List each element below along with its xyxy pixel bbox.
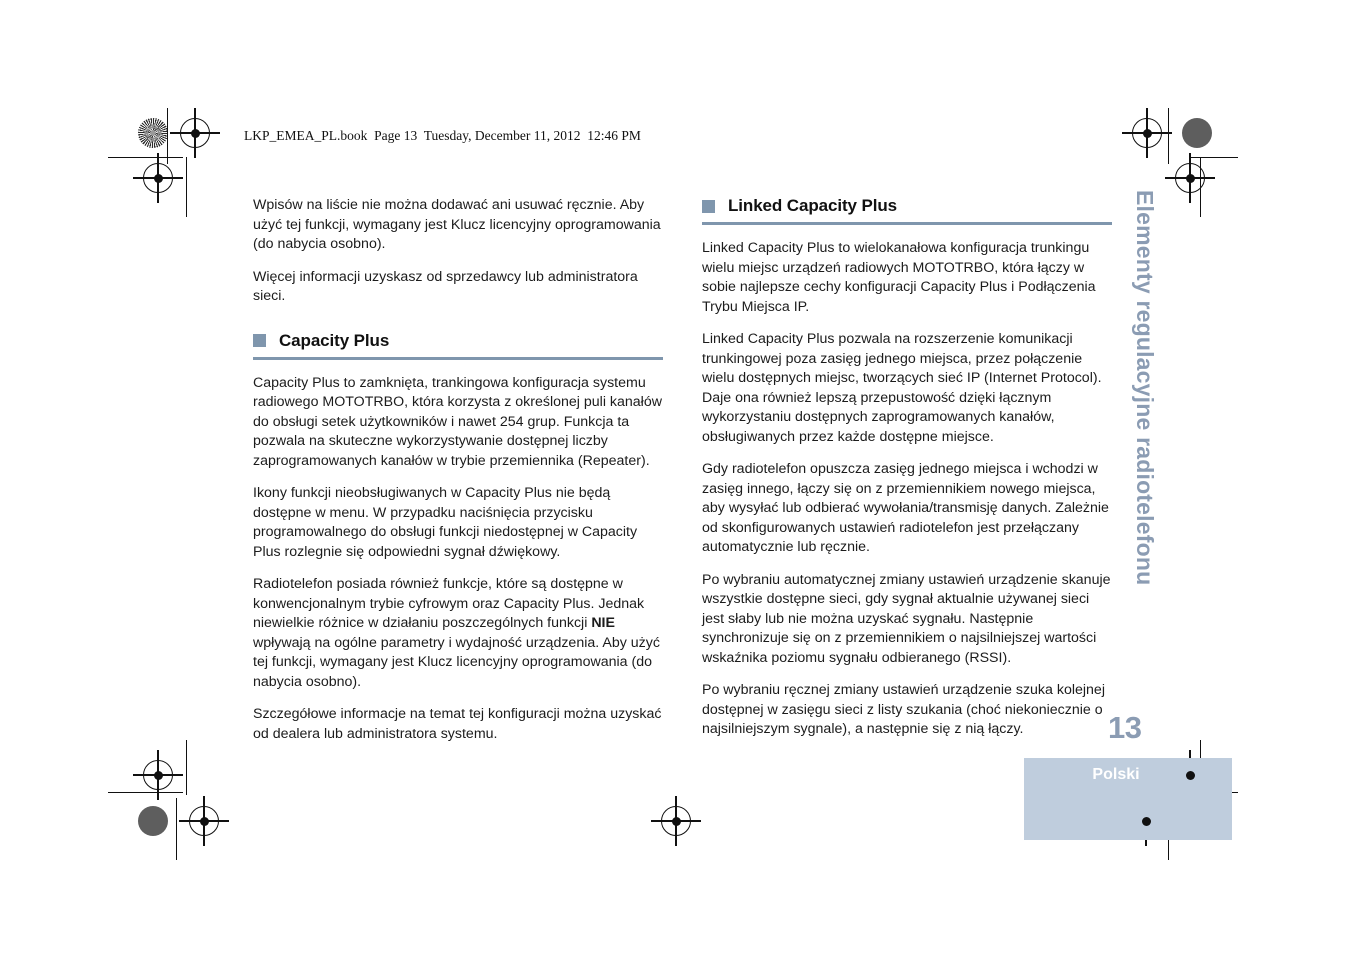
crop-line-left-lower-vertical: [186, 740, 188, 795]
language-label: Polski: [1092, 766, 1140, 783]
registration-mark-bottom-left: [179, 796, 229, 846]
left-text-column: Wpisów na liście nie można dodawać ani u…: [253, 196, 663, 744]
section-heading-linked-capacity-plus: Linked Capacity Plus: [702, 196, 1112, 216]
paragraph-capacity-plus-1: Capacity Plus to zamknięta, trankingowa …: [253, 374, 662, 469]
registration-mark-left-upper: [133, 153, 183, 203]
paragraph-linked-3: Gdy radiotelefon opuszcza zasięg jednego…: [702, 461, 1109, 556]
solid-density-patch-top-right: [1182, 118, 1212, 148]
book-file-header: LKP_EMEA_PL.book Page 13 Tuesday, Decemb…: [244, 128, 641, 143]
registration-mark-left-lower: [133, 750, 183, 800]
crop-line-top-left-vertical: [167, 108, 169, 164]
crop-line-right-upper-vertical: [1200, 157, 1202, 217]
bullet-square-icon: [253, 334, 266, 347]
crop-line-left-upper-vertical: [186, 157, 188, 217]
crop-line-right-upper: [1190, 157, 1238, 159]
crop-line-top-right-vertical: [1168, 108, 1170, 164]
crop-line-left-upper: [108, 157, 183, 159]
vertical-chapter-title-label: Elementy regulacyjne radiotelefonu: [1132, 190, 1158, 586]
bullet-square-icon: [702, 199, 715, 213]
heading-underline-rule: [253, 356, 663, 360]
heading-underline-rule: [702, 222, 1112, 226]
page-number: 13: [1108, 710, 1142, 745]
registration-mark-top-left: [170, 108, 220, 158]
right-text-column: Linked Capacity Plus Linked Capacity Plu…: [702, 196, 1112, 740]
halftone-target-top-left: [138, 118, 168, 148]
paragraph-linked-1: Linked Capacity Plus to wielokanałowa ko…: [702, 240, 1096, 315]
registration-mark-bottom-center: [651, 796, 701, 846]
heading-label: Linked Capacity Plus: [728, 196, 897, 215]
language-band: Polski: [1024, 758, 1232, 840]
paragraph-text-after-bold: wpływają na ogólne parametry i wydajność…: [253, 634, 660, 690]
solid-density-patch-bottom-left: [138, 806, 168, 836]
paragraph-text-before-bold: Radiotelefon posiada również funkcje, kt…: [253, 576, 645, 632]
paragraph-capacity-plus-2: Ikony funkcji nieobsługiwanych w Capacit…: [253, 485, 638, 560]
paragraph-linked-5: Po wybraniu ręcznej zmiany ustawień urzą…: [702, 682, 1105, 738]
emphasis-nie: NIE: [591, 615, 615, 632]
vertical-chapter-title: Elementy regulacyjne radiotelefonu: [1112, 190, 1172, 660]
paragraph-intro-2: Więcej informacji uzyskasz od sprzedawcy…: [253, 268, 638, 305]
heading-label: Capacity Plus: [279, 330, 390, 350]
registration-mark-top-right: [1122, 108, 1172, 158]
paragraph-linked-2: Linked Capacity Plus pozwala na rozszerz…: [702, 331, 1102, 445]
paragraph-intro-1: Wpisów na liście nie można dodawać ani u…: [253, 197, 661, 252]
paragraph-capacity-plus-4: Szczegółowe informacje na temat tej konf…: [253, 706, 662, 742]
crop-line-left-lower: [108, 792, 183, 794]
section-heading-capacity-plus: Capacity Plus: [253, 331, 663, 351]
paragraph-linked-4: Po wybraniu automatycznej zmiany ustawie…: [702, 571, 1111, 666]
paragraph-capacity-plus-3: Radiotelefon posiada również funkcje, kt…: [253, 575, 663, 692]
crop-line-bottom-left-vertical: [176, 798, 178, 860]
